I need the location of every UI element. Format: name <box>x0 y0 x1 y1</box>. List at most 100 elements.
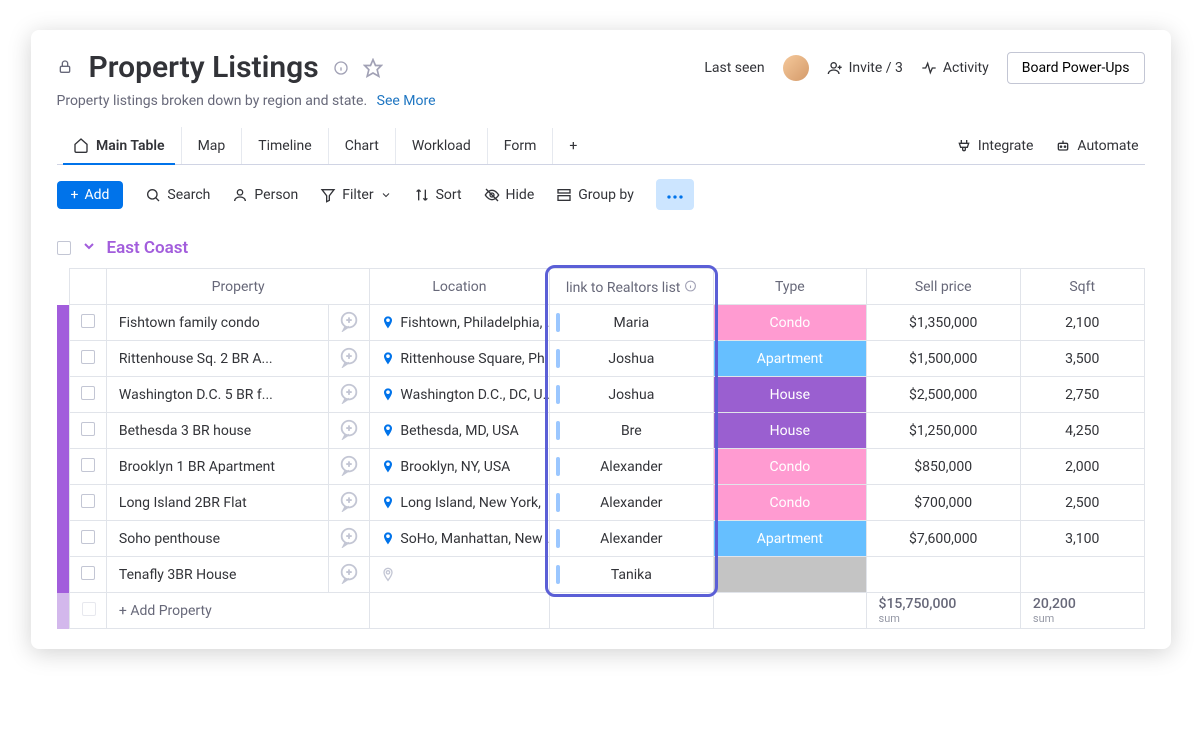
activity-button[interactable]: Activity <box>921 60 989 76</box>
price-cell[interactable]: $700,000 <box>866 485 1020 521</box>
comment-button[interactable] <box>329 521 370 557</box>
sqft-cell[interactable]: 3,500 <box>1020 341 1144 377</box>
property-cell[interactable]: Washington D.C. 5 BR f... <box>106 377 328 413</box>
table-row[interactable]: Rittenhouse Sq. 2 BR A... Rittenhouse Squ… <box>57 341 1145 377</box>
col-realtor[interactable]: link to Realtors list <box>549 269 714 305</box>
type-cell[interactable]: House <box>714 413 866 449</box>
row-checkbox[interactable] <box>81 386 95 400</box>
price-cell[interactable]: $850,000 <box>866 449 1020 485</box>
table-row[interactable]: Washington D.C. 5 BR f... Washington D.C.… <box>57 377 1145 413</box>
location-cell[interactable]: Washington D.C., DC, U... <box>370 377 549 413</box>
realtor-cell[interactable]: Tanika <box>549 557 714 593</box>
property-cell[interactable]: Long Island 2BR Flat <box>106 485 328 521</box>
group-checkbox[interactable] <box>57 241 71 255</box>
type-cell[interactable]: Condo <box>714 485 866 521</box>
collapse-icon[interactable] <box>81 238 97 258</box>
property-cell[interactable]: Rittenhouse Sq. 2 BR A... <box>106 341 328 377</box>
sqft-cell[interactable]: 2,750 <box>1020 377 1144 413</box>
type-cell[interactable]: Condo <box>714 449 866 485</box>
col-property[interactable]: Property <box>106 269 370 305</box>
comment-button[interactable] <box>329 341 370 377</box>
type-cell[interactable]: Apartment <box>714 521 866 557</box>
col-price[interactable]: Sell price <box>866 269 1020 305</box>
row-checkbox[interactable] <box>81 458 95 472</box>
location-cell[interactable]: Bethesda, MD, USA <box>370 413 549 449</box>
location-cell[interactable]: Long Island, New York, ... <box>370 485 549 521</box>
realtor-cell[interactable]: Bre <box>549 413 714 449</box>
tab-timeline[interactable]: Timeline <box>242 128 328 164</box>
property-cell[interactable]: Bethesda 3 BR house <box>106 413 328 449</box>
group-name[interactable]: East Coast <box>107 238 189 258</box>
property-cell[interactable]: Tenafly 3BR House <box>106 557 328 593</box>
realtor-cell[interactable]: Alexander <box>549 485 714 521</box>
col-type[interactable]: Type <box>714 269 866 305</box>
comment-button[interactable] <box>329 485 370 521</box>
groupby-tool[interactable]: Group by <box>556 187 634 203</box>
integrate-button[interactable]: Integrate <box>956 138 1034 154</box>
price-cell[interactable]: $7,600,000 <box>866 521 1020 557</box>
sort-tool[interactable]: Sort <box>414 187 462 203</box>
avatar[interactable] <box>783 55 809 81</box>
see-more-link[interactable]: See More <box>377 93 436 109</box>
info-icon[interactable] <box>333 60 349 76</box>
realtor-cell[interactable]: Alexander <box>549 521 714 557</box>
tab-main-table[interactable]: Main Table <box>57 127 182 164</box>
table-row[interactable]: Fishtown family condo Fishtown, Philadelp… <box>57 305 1145 341</box>
realtor-cell[interactable]: Alexander <box>549 449 714 485</box>
location-cell[interactable]: Rittenhouse Square, Ph... <box>370 341 549 377</box>
location-cell[interactable]: SoHo, Manhattan, New ... <box>370 521 549 557</box>
property-cell[interactable]: Soho penthouse <box>106 521 328 557</box>
type-cell[interactable]: House <box>714 377 866 413</box>
sqft-cell[interactable] <box>1020 557 1144 593</box>
location-cell[interactable]: Brooklyn, NY, USA <box>370 449 549 485</box>
table-row[interactable]: Tenafly 3BR House Tanika <box>57 557 1145 593</box>
location-cell[interactable] <box>370 557 549 593</box>
row-checkbox[interactable] <box>81 314 95 328</box>
comment-button[interactable] <box>329 449 370 485</box>
table-row[interactable]: Bethesda 3 BR house Bethesda, MD, USABreH… <box>57 413 1145 449</box>
add-property-row[interactable]: + Add Property $15,750,000sum 20,200sum <box>57 593 1145 629</box>
property-cell[interactable]: Fishtown family condo <box>106 305 328 341</box>
filter-tool[interactable]: Filter <box>320 187 391 203</box>
price-cell[interactable]: $1,500,000 <box>866 341 1020 377</box>
type-cell[interactable]: Condo <box>714 305 866 341</box>
price-cell[interactable]: $2,500,000 <box>866 377 1020 413</box>
price-cell[interactable]: $1,350,000 <box>866 305 1020 341</box>
sqft-cell[interactable]: 4,250 <box>1020 413 1144 449</box>
col-location[interactable]: Location <box>370 269 549 305</box>
row-checkbox[interactable] <box>81 566 95 580</box>
invite-button[interactable]: Invite / 3 <box>827 60 903 76</box>
more-options-button[interactable] <box>656 179 694 210</box>
comment-button[interactable] <box>329 413 370 449</box>
property-cell[interactable]: Brooklyn 1 BR Apartment <box>106 449 328 485</box>
comment-button[interactable] <box>329 557 370 593</box>
realtor-cell[interactable]: Joshua <box>549 341 714 377</box>
type-cell[interactable]: Apartment <box>714 341 866 377</box>
sqft-cell[interactable]: 2,000 <box>1020 449 1144 485</box>
add-view-button[interactable]: + <box>553 128 593 164</box>
power-ups-button[interactable]: Board Power-Ups <box>1007 52 1145 84</box>
price-cell[interactable] <box>866 557 1020 593</box>
comment-button[interactable] <box>329 305 370 341</box>
row-checkbox[interactable] <box>81 494 95 508</box>
type-cell[interactable] <box>714 557 866 593</box>
row-checkbox[interactable] <box>81 350 95 364</box>
tab-map[interactable]: Map <box>182 128 243 164</box>
add-button[interactable]: +Add <box>57 181 124 209</box>
table-row[interactable]: Soho penthouse SoHo, Manhattan, New ...Al… <box>57 521 1145 557</box>
person-tool[interactable]: Person <box>232 187 298 203</box>
row-checkbox[interactable] <box>81 530 95 544</box>
star-icon[interactable] <box>363 58 383 78</box>
table-row[interactable]: Long Island 2BR Flat Long Island, New Yor… <box>57 485 1145 521</box>
tab-chart[interactable]: Chart <box>329 128 396 164</box>
search-tool[interactable]: Search <box>145 187 210 203</box>
location-cell[interactable]: Fishtown, Philadelphia, ... <box>370 305 549 341</box>
tab-workload[interactable]: Workload <box>396 128 488 164</box>
row-checkbox[interactable] <box>81 422 95 436</box>
realtor-cell[interactable]: Joshua <box>549 377 714 413</box>
price-cell[interactable]: $1,250,000 <box>866 413 1020 449</box>
tab-form[interactable]: Form <box>488 128 554 164</box>
table-row[interactable]: Brooklyn 1 BR Apartment Brooklyn, NY, USA… <box>57 449 1145 485</box>
sqft-cell[interactable]: 2,500 <box>1020 485 1144 521</box>
realtor-cell[interactable]: Maria <box>549 305 714 341</box>
